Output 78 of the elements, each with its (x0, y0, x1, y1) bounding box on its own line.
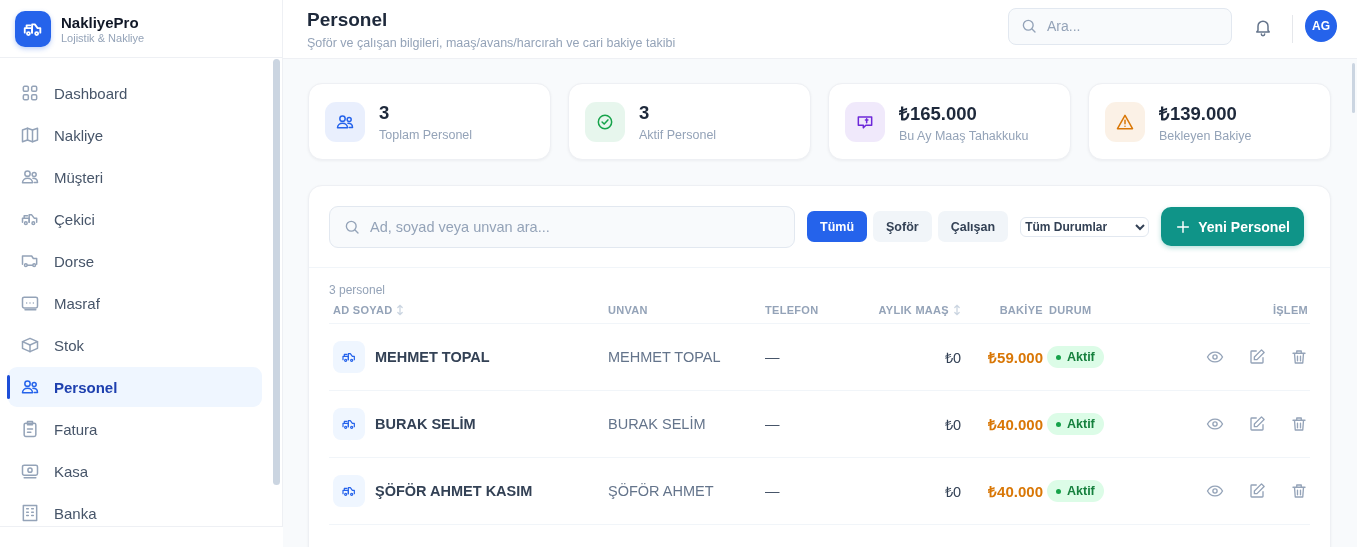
person-name: BURAK SELİM (375, 416, 476, 432)
plus-icon (1175, 218, 1192, 235)
filter-button[interactable]: Çalışan (937, 211, 1009, 242)
salary-amount: ₺0 (944, 483, 961, 501)
edit-icon[interactable] (1248, 415, 1266, 433)
users-icon (20, 377, 40, 397)
column-header: AYLIK MAAŞ (878, 304, 949, 316)
salary-amount: ₺0 (944, 416, 961, 434)
job-title: ŞÖFÖR AHMET (608, 483, 714, 499)
nav-item[interactable]: Çekici (8, 199, 262, 239)
phone-number: — (765, 483, 780, 499)
job-title: MEHMET TOPAL (608, 349, 721, 365)
user-avatar[interactable]: AG (1305, 10, 1337, 42)
filter-button[interactable]: Şoför (873, 211, 932, 242)
clipboard-icon (20, 419, 40, 439)
nav-item[interactable]: Masraf (8, 283, 262, 323)
phone-number: — (765, 416, 780, 432)
nav-item[interactable]: Müşteri (8, 157, 262, 197)
stat-value: ₺165.000 (899, 102, 978, 125)
column-header: İŞLEM (1272, 304, 1308, 316)
stat-value: 3 (379, 101, 391, 124)
edit-icon[interactable] (1248, 348, 1266, 366)
stat-label: Aktif Personel (639, 127, 717, 142)
nav-item[interactable]: Stok (8, 325, 262, 365)
person-name: MEHMET TOPAL (375, 349, 490, 365)
new-personnel-button[interactable]: Yeni Personel (1161, 207, 1304, 246)
edit-icon[interactable] (1248, 482, 1266, 500)
stat-value: ₺139.000 (1159, 102, 1238, 125)
scrollbar[interactable] (273, 59, 280, 485)
search-field[interactable]: Ara... (1008, 7, 1232, 45)
box-icon (20, 335, 40, 355)
delete-icon[interactable] (1290, 482, 1308, 500)
salary-amount: ₺0 (944, 349, 961, 367)
sort-icon[interactable] (396, 304, 405, 316)
nav-item[interactable]: Dashboard (8, 73, 262, 113)
balance-amount: ₺40.000 (988, 482, 1043, 501)
phone-number: — (765, 349, 780, 365)
filter-button[interactable]: Tümü (807, 211, 868, 242)
column-header: DURUM (1049, 304, 1092, 316)
search-field[interactable]: Ad, soyad veya unvan ara... (329, 205, 795, 248)
job-title: BURAK SELİM (608, 416, 706, 432)
nav-item[interactable]: Personel (8, 367, 262, 407)
sort-icon[interactable] (953, 304, 961, 316)
stat-label: Bekleyen Bakiye (1159, 129, 1252, 143)
nav-item[interactable]: Fatura (8, 409, 262, 449)
page-title: Personel (307, 8, 389, 31)
logo-icon (15, 10, 51, 47)
nav-item[interactable]: Kasa (8, 451, 262, 491)
nav-item[interactable]: Nakliye (8, 115, 262, 155)
page-subtitle: Şoför ve çalışan bilgileri, maaş/avans/harcırah ve cari bakiye takibi (307, 35, 677, 50)
column-header: TELEFON (765, 304, 819, 316)
balance-amount: ₺40.000 (988, 415, 1043, 434)
record-count: 3 personel (329, 283, 387, 297)
status-badge: Aktif (1047, 346, 1104, 368)
status-badge: Aktif (1047, 413, 1104, 435)
scrollbar[interactable] (1352, 63, 1355, 113)
brand-name: NakliyePro (61, 13, 140, 31)
column-header: BAKİYE (999, 304, 1043, 316)
balance-amount: ₺59.000 (988, 348, 1043, 367)
receipt-icon (20, 293, 40, 313)
nav-item[interactable]: Dorse (8, 241, 262, 281)
column-header: AD SOYAD (333, 304, 393, 316)
delete-icon[interactable] (1290, 415, 1308, 433)
status-select[interactable]: Tüm Durumlar (1020, 216, 1150, 237)
stat-value: 3 (639, 101, 651, 124)
brand-tagline: Lojistik & Nakliye (61, 31, 145, 44)
nav-item[interactable]: Banka (8, 493, 262, 526)
stat-label: Toplam Personel (379, 127, 473, 142)
building-icon (20, 503, 40, 523)
grid-icon (20, 83, 40, 103)
stat-label: Bu Ay Maaş Tahakkuku (899, 129, 1029, 143)
delete-icon[interactable] (1290, 348, 1308, 366)
map-icon (20, 125, 40, 145)
cash-icon (20, 461, 40, 481)
status-badge: Aktif (1047, 480, 1104, 502)
person-name: ŞÖFÖR AHMET KASIM (375, 483, 533, 499)
column-header: UNVAN (608, 304, 648, 316)
users-icon (20, 167, 40, 187)
